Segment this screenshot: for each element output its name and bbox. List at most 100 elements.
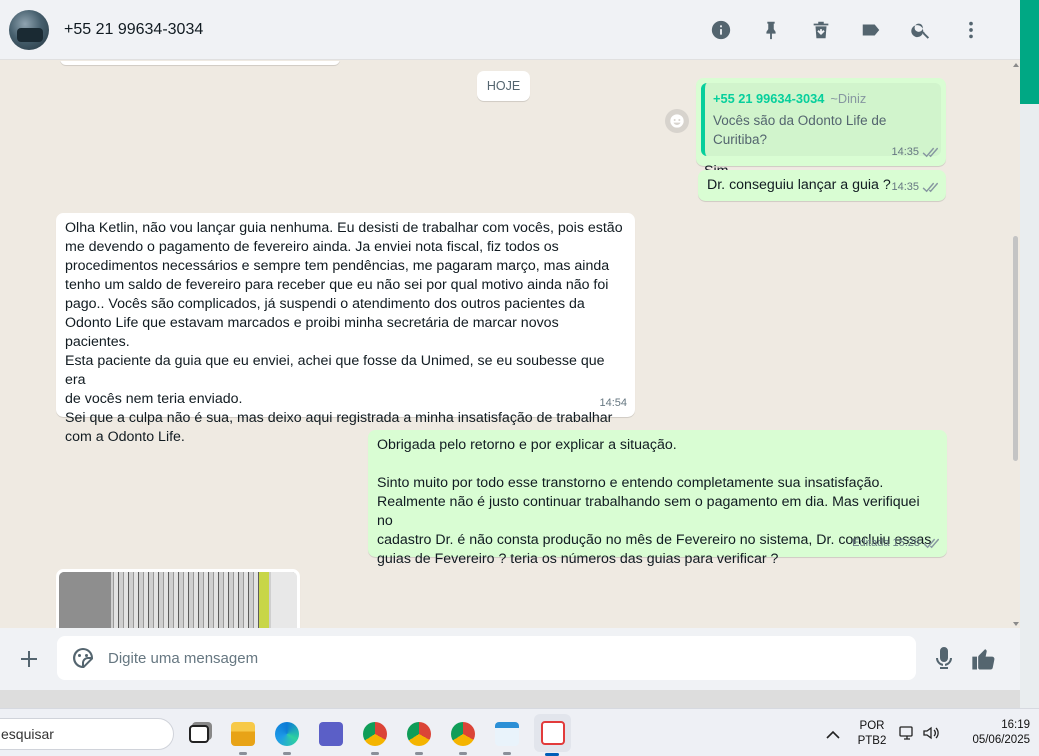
- running-indicator: [371, 752, 379, 755]
- input-language-indicator[interactable]: POR PTB2: [853, 719, 891, 749]
- teams-button[interactable]: [314, 717, 348, 751]
- file-explorer-button[interactable]: [226, 717, 260, 755]
- double-check-icon: [922, 182, 938, 193]
- message-line: Esta paciente da guia que eu enviei, ach…: [65, 353, 605, 388]
- message-bubble-outgoing[interactable]: Dr. conseguiu lançar a guia ? 14:35: [698, 170, 946, 201]
- running-indicator: [415, 752, 423, 755]
- folder-icon: [231, 722, 255, 746]
- keyboard-layout: PTB2: [857, 735, 887, 747]
- double-check-icon: [923, 538, 939, 549]
- message-meta: 14:54: [599, 394, 627, 413]
- info-icon[interactable]: [696, 10, 746, 50]
- microphone-icon: [936, 647, 952, 669]
- quote-author-alias: ~Diniz: [830, 91, 867, 106]
- thumbs-up-button[interactable]: [969, 644, 999, 674]
- notepad-icon: [495, 722, 519, 746]
- chrome-profile-2-button[interactable]: [402, 717, 436, 755]
- chrome-profile-1-button[interactable]: [358, 717, 392, 755]
- edited-label: Editada: [852, 537, 890, 549]
- header-actions: [696, 0, 996, 60]
- message-meta: 14:35: [891, 143, 938, 162]
- task-view-icon: [189, 725, 209, 743]
- message-input[interactable]: [108, 649, 888, 667]
- contact-name[interactable]: +55 21 99634-3034: [64, 21, 203, 39]
- thumbs-up-icon: [972, 649, 995, 670]
- double-check-icon: [922, 147, 938, 158]
- chrome-icon: [407, 722, 431, 746]
- task-view-button[interactable]: [182, 717, 216, 751]
- clock-date: 05/06/2025: [972, 734, 1030, 746]
- snipping-tool-icon: [540, 721, 565, 745]
- message-time: 14:35: [891, 146, 919, 158]
- chat-panel[interactable]: HOJE +55 21 99634-3034 ~Diniz Vocês são d…: [0, 61, 1020, 628]
- volume-icon: [923, 726, 939, 740]
- message-line: Sei que a culpa não é sua, mas deixo aqu…: [65, 410, 613, 426]
- message-bubble-outgoing[interactable]: Obrigada pelo retorno e por explicar a s…: [368, 430, 947, 567]
- running-indicator: [503, 752, 511, 755]
- message-line: pago.. Vocês são complicados, já suspend…: [65, 296, 585, 312]
- message-line: Odonto Life que estavam marcados e proib…: [65, 315, 559, 350]
- edge-button[interactable]: [270, 717, 304, 755]
- show-hidden-icons-chevron-icon[interactable]: [826, 727, 840, 739]
- message-line: tenho um saldo de fevereiro para receber…: [65, 277, 609, 293]
- chat-scrollbar[interactable]: [1011, 61, 1020, 628]
- attach-button[interactable]: [14, 644, 44, 674]
- menu-icon[interactable]: [946, 10, 996, 50]
- label-icon[interactable]: [846, 10, 896, 50]
- message-time: 14:54: [599, 397, 627, 409]
- message-time: 15:28: [892, 537, 920, 549]
- scrollbar-thumb[interactable]: [1013, 236, 1018, 461]
- message-line: Realmente não é justo continuar trabalha…: [377, 494, 920, 529]
- taskbar-search[interactable]: esquisar: [0, 718, 174, 750]
- reaction-emoji-icon[interactable]: [665, 109, 689, 133]
- chrome-icon: [451, 722, 475, 746]
- edge-icon: [275, 722, 299, 746]
- taskbar-clock[interactable]: 16:19 05/06/2025: [950, 718, 1030, 748]
- message-line: Obrigada pelo retorno e por explicar a s…: [377, 437, 677, 453]
- delete-icon[interactable]: [796, 10, 846, 50]
- message-line: [377, 455, 939, 474]
- scroll-down-arrow-icon[interactable]: [1013, 622, 1019, 626]
- taskbar-search-text: esquisar: [1, 726, 54, 742]
- chat-header: +55 21 99634-3034: [0, 0, 1020, 60]
- notepad-button[interactable]: [490, 717, 524, 755]
- compose-bar: [0, 628, 1020, 690]
- language-code: POR: [859, 720, 885, 732]
- document-photo[interactable]: [59, 572, 297, 628]
- accent-bar: [1020, 0, 1039, 104]
- message-bubble-incoming[interactable]: Olha Ketlin, não vou lançar guia nenhuma…: [56, 213, 635, 445]
- windows-taskbar: esquisar POR PTB2 16:19 05/06/2025: [0, 708, 1039, 756]
- running-indicator: [239, 752, 247, 755]
- running-indicator: [283, 752, 291, 755]
- contact-avatar[interactable]: [9, 9, 49, 50]
- scroll-up-arrow-icon[interactable]: [1013, 63, 1019, 67]
- message-input-box[interactable]: [57, 636, 916, 680]
- microphone-button[interactable]: [930, 645, 958, 673]
- date-chip: HOJE: [477, 71, 530, 101]
- message-meta: Editada 15:28: [852, 534, 939, 553]
- photo-region: [259, 572, 269, 628]
- message-bubble-outgoing[interactable]: +55 21 99634-3034 ~Diniz Vocês são da Odo…: [696, 78, 946, 179]
- search-icon[interactable]: [896, 10, 946, 50]
- message-time: 14:35: [891, 181, 919, 193]
- photo-region: [271, 572, 297, 628]
- message-line: Sinto muito por todo esse transtorno e e…: [377, 475, 884, 491]
- message-line: Olha Ketlin, não vou lançar guia nenhuma…: [65, 220, 623, 236]
- system-tray[interactable]: [898, 723, 946, 743]
- teams-icon: [319, 722, 343, 746]
- message-text: Olha Ketlin, não vou lançar guia nenhuma…: [56, 213, 635, 447]
- image-message[interactable]: [56, 569, 300, 628]
- snipping-tool-button[interactable]: [534, 714, 571, 756]
- message-line: de vocês nem teria enviado.: [65, 391, 243, 407]
- window-bottom-edge: [0, 690, 1020, 708]
- app-accent-strip: [1020, 0, 1039, 756]
- chrome-icon: [363, 722, 387, 746]
- message-line: procedimentos necessários e sempre tem p…: [65, 258, 610, 274]
- network-icon: [899, 726, 913, 740]
- chrome-profile-3-button[interactable]: [446, 717, 480, 755]
- previous-message-edge: [60, 61, 340, 65]
- message-line: me devendo o pagamento de fevereiro aind…: [65, 239, 559, 255]
- sticker-emoji-icon[interactable]: [70, 645, 96, 671]
- quote-author: +55 21 99634-3034: [713, 91, 825, 106]
- pin-icon[interactable]: [746, 10, 796, 50]
